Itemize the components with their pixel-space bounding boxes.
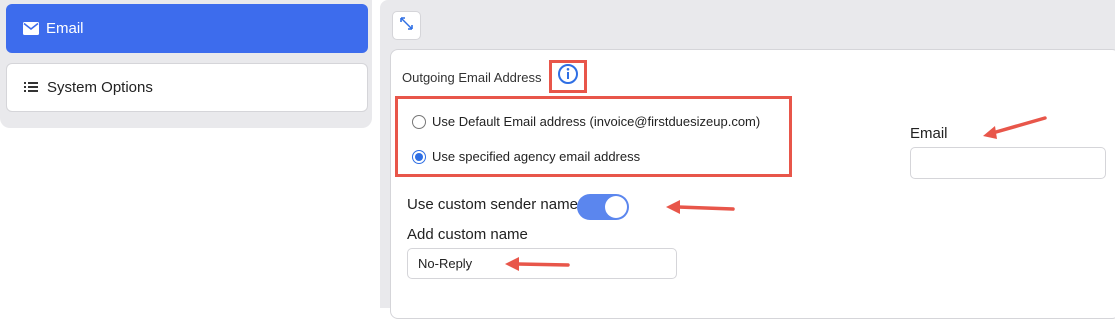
sidebar-item-label: Email [46,20,84,37]
radio-label: Use specified agency email address [432,149,641,164]
radio-button[interactable] [412,114,426,129]
radio-button[interactable] [412,149,426,164]
expand-button[interactable] [392,11,421,40]
radio-default-email[interactable]: Use Default Email address (invoice@first… [412,114,760,129]
annotation-arrow-name [505,257,570,271]
list-icon [24,81,40,95]
info-highlight [549,60,587,93]
settings-sidebar: Email System Options [0,0,372,128]
sidebar-item-system-options[interactable]: System Options [6,63,368,112]
annotation-arrow-email [983,116,1047,139]
sidebar-item-label: System Options [47,79,153,96]
envelope-icon [23,21,39,36]
radio-agency-email[interactable]: Use specified agency email address [412,149,640,164]
custom-sender-label: Use custom sender name [407,196,578,213]
custom-sender-toggle[interactable] [577,194,629,220]
toggle-knob [605,196,627,218]
email-label: Email [910,125,948,142]
annotation-arrow-toggle [666,200,735,214]
info-icon[interactable] [557,63,579,90]
outgoing-email-label: Outgoing Email Address [402,70,542,85]
email-option-highlight [395,96,792,177]
custom-name-label: Add custom name [407,226,528,243]
email-field[interactable] [910,147,1106,179]
radio-label: Use Default Email address (invoice@first… [432,114,761,129]
expand-icon [399,16,414,36]
sidebar-item-email[interactable]: Email [6,4,368,53]
